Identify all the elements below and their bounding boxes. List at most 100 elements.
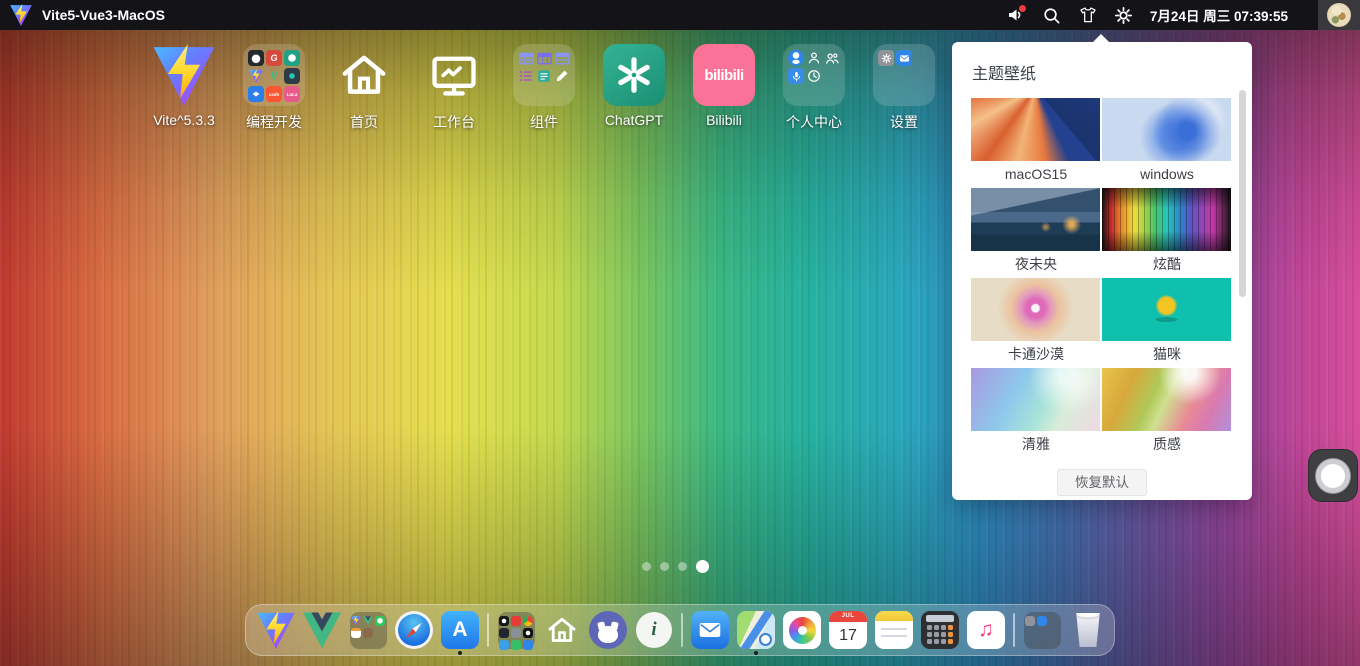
assistive-touch-button[interactable] [1308, 449, 1358, 502]
desktop-icon-home[interactable]: 首页 [319, 44, 409, 132]
desktop-icon-workbench[interactable]: 工作台 [409, 44, 499, 132]
desktop-icon-chatgpt[interactable]: ChatGPT [589, 44, 679, 132]
dock-item-vue[interactable] [303, 605, 341, 655]
system-gear-mini-icon [878, 50, 894, 66]
calendar-day: 17 [829, 622, 867, 649]
wallpaper-label: windows [1102, 161, 1232, 188]
dock-item-maps[interactable] [737, 605, 775, 655]
wallpaper-item-texture[interactable]: 质感 [1102, 368, 1232, 458]
dock-item-trash[interactable] [1069, 605, 1107, 655]
media-folder-icon [498, 612, 535, 649]
wallpaper-item-night[interactable]: 夜未央 [971, 188, 1101, 278]
wallpaper-label: 质感 [1102, 431, 1232, 458]
wallpaper-label: 卡通沙漠 [971, 341, 1101, 368]
wallpaper-thumb[interactable] [1102, 368, 1231, 431]
desktop-icon-label: Vite^5.3.3 [153, 112, 215, 128]
desktop-icon-settings-folder[interactable]: 设置 [859, 44, 949, 132]
csdn-mini-icon: csdn [266, 86, 282, 102]
wallpaper-item-windows[interactable]: windows [1102, 98, 1232, 188]
wallpaper-thumb[interactable] [971, 98, 1100, 161]
dock-item-github[interactable] [589, 605, 627, 655]
page-dot-1[interactable] [642, 562, 651, 571]
desktop-icon-label: ChatGPT [605, 112, 663, 128]
wallpaper-label: 猫咪 [1102, 341, 1232, 368]
dock-item-notes[interactable] [875, 605, 913, 655]
wallpaper-thumb[interactable] [1102, 98, 1231, 161]
chatgpt-mini-icon [284, 50, 300, 66]
wallpaper-thumb[interactable] [971, 188, 1100, 251]
tiktok-mini-icon [499, 616, 509, 626]
dock-item-about[interactable]: i [635, 605, 673, 655]
wallpaper-popover: 主题壁纸 macOS15 windows 夜未央 炫酷 卡通沙漠 猫咪 清雅 质… [952, 42, 1252, 500]
menu-bar-left: Vite5-Vue3-MacOS [0, 4, 165, 26]
github-mini-icon [248, 50, 264, 66]
popover-scrollbar[interactable] [1239, 90, 1246, 297]
safari-compass-icon [395, 611, 433, 649]
page-dot-2[interactable] [660, 562, 669, 571]
wallpaper-item-cat[interactable]: 猫咪 [1102, 278, 1232, 368]
theme-wallpaper-button[interactable] [1070, 0, 1106, 30]
desktop-icon-bilibili[interactable]: bilibili Bilibili [679, 44, 769, 132]
wallpaper-item-cool[interactable]: 炫酷 [1102, 188, 1232, 278]
settings-folder-tile [873, 44, 935, 106]
dock-item-calculator[interactable] [921, 605, 959, 655]
settings-button[interactable] [1106, 0, 1142, 30]
reset-default-button[interactable]: 恢复默认 [1057, 469, 1147, 496]
wallpaper-thumb[interactable] [1102, 278, 1231, 341]
wallpaper-thumb[interactable] [971, 278, 1100, 341]
page-dot-3[interactable] [678, 562, 687, 571]
wallpaper-item-desert[interactable]: 卡通沙漠 [971, 278, 1101, 368]
dock-item-settings-folder[interactable] [1023, 605, 1061, 655]
apps-folder-icon [350, 612, 387, 649]
dock-item-mail[interactable] [691, 605, 729, 655]
atom-mini-icon [284, 68, 300, 84]
search-button[interactable] [1034, 0, 1070, 30]
vite-mini-icon [248, 68, 264, 84]
dock-item-calendar[interactable]: JUL 17 [829, 605, 867, 655]
dock-item-safari[interactable] [395, 605, 433, 655]
dock-item-apps-folder[interactable] [349, 605, 387, 655]
dock-item-media-folder[interactable] [497, 605, 535, 655]
dock-item-app-store[interactable]: A [441, 605, 479, 655]
user-avatar-button[interactable] [1318, 0, 1360, 30]
wallpaper-item-elegant[interactable]: 清雅 [971, 368, 1101, 458]
settings-folder-icon [1024, 612, 1061, 649]
table-mini-icon [554, 50, 570, 66]
vue-icon [303, 611, 341, 649]
dock-item-music[interactable]: ♫ [967, 605, 1005, 655]
menubar-clock: 7月24日 周三 07:39:55 [1150, 5, 1288, 25]
mail-mini-icon [1037, 616, 1047, 626]
photos-flower-icon [783, 611, 821, 649]
openai-knot-icon [613, 54, 655, 96]
wallpaper-label: 炫酷 [1102, 251, 1232, 278]
microphone-mini-icon [788, 68, 804, 84]
trash-icon [1074, 613, 1102, 647]
user-filled-mini-icon [788, 50, 804, 66]
group-mini-icon [824, 50, 840, 66]
wallpaper-grid: macOS15 windows 夜未央 炫酷 卡通沙漠 猫咪 清雅 质感 [952, 98, 1252, 458]
desktop-icon-row: Vite^5.3.3 G V csdn LuLa 编程开发 首页 [139, 44, 949, 132]
home-icon [545, 613, 579, 647]
dock-item-home[interactable] [543, 605, 581, 655]
page-dots [642, 560, 709, 573]
pencil-mini-icon [554, 68, 570, 84]
dock-item-photos[interactable] [783, 605, 821, 655]
volume-button[interactable] [998, 0, 1034, 30]
wallpaper-thumb[interactable] [1102, 188, 1231, 251]
popover-title: 主题壁纸 [952, 58, 1252, 98]
desktop-icon-label: Bilibili [706, 112, 742, 128]
book-mini-icon [363, 628, 373, 638]
page-dot-4-active[interactable] [696, 560, 709, 573]
wallpaper-item-macos15[interactable]: macOS15 [971, 98, 1101, 188]
desktop-icon-user-folder[interactable]: 个人中心 [769, 44, 859, 132]
dock-item-vite[interactable] [257, 605, 295, 655]
desktop-icon-components-folder[interactable]: 组件 [499, 44, 589, 132]
lula-mini-icon: LuLa [284, 86, 300, 102]
wallpaper-label: macOS15 [971, 161, 1101, 188]
box-mini-icon [511, 628, 521, 638]
dock: A i JUL 17 ♫ [245, 604, 1115, 656]
wallpaper-thumb[interactable] [971, 368, 1100, 431]
bilibili-logo-text: bilibili [704, 67, 743, 84]
desktop-icon-vite[interactable]: Vite^5.3.3 [139, 44, 229, 132]
desktop-icon-dev-folder[interactable]: G V csdn LuLa 编程开发 [229, 44, 319, 132]
